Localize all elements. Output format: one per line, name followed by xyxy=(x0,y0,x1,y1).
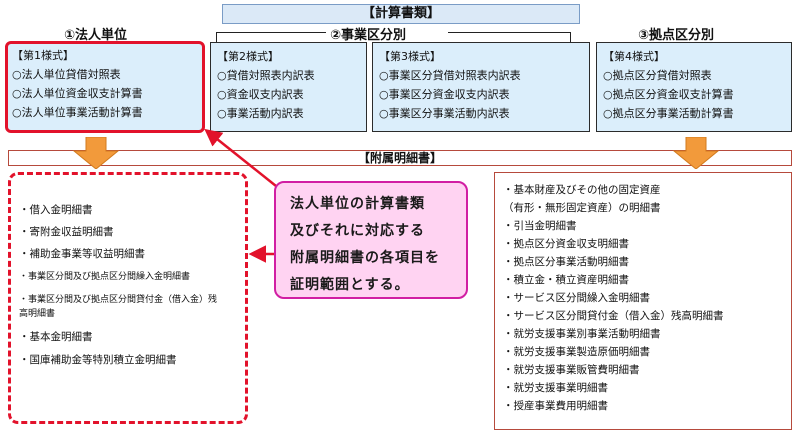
callout-line: 及びそれに対応する xyxy=(290,223,425,239)
callout-line: 附属明細書の各項目を xyxy=(290,250,440,266)
arrow-to-form-1 xyxy=(204,128,277,187)
callout-line: 証明範囲とする。 xyxy=(290,277,410,293)
callout-line: 法人単位の計算書類 xyxy=(290,196,425,212)
scope-callout: 法人単位の計算書類 及びそれに対応する 附属明細書の各項目を 証明範囲とする。 xyxy=(274,181,468,299)
